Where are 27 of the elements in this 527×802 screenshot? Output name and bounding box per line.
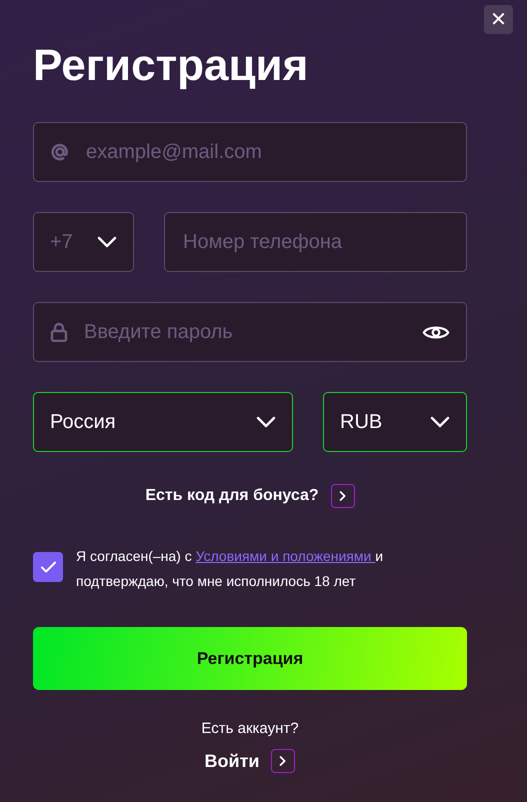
at-sign-icon: [50, 142, 70, 162]
chevron-right-icon: [279, 755, 288, 767]
account-prompt: Есть аккаунт?: [200, 720, 300, 737]
register-button[interactable]: Регистрация: [33, 627, 467, 690]
chevron-down-icon: [430, 416, 450, 428]
email-input[interactable]: example@mail.com: [84, 140, 450, 164]
login-link[interactable]: Войти: [204, 750, 260, 772]
bonus-code-link[interactable]: Есть код для бонуса?: [145, 487, 319, 505]
country-select[interactable]: Россия: [33, 392, 293, 452]
agreement-checkbox[interactable]: [33, 552, 63, 582]
phone-input[interactable]: Номер телефона: [181, 230, 450, 254]
lock-icon: [50, 322, 68, 342]
password-field[interactable]: Введите пароль: [33, 302, 467, 362]
chevron-down-icon: [256, 416, 276, 428]
agreement-text: Я согласен(–на) с Условиями и положениями и подтверждаю, что мне исполнилось 18 лет: [76, 547, 384, 591]
checkmark-icon: [40, 560, 56, 574]
chevron-right-icon: [338, 490, 347, 502]
currency-select[interactable]: RUB: [323, 392, 467, 452]
phone-field[interactable]: Номер телефона: [164, 212, 467, 272]
chevron-right-button[interactable]: [330, 484, 355, 508]
page-title: Регистрация: [33, 40, 310, 92]
password-input[interactable]: Введите пароль: [82, 320, 414, 344]
chevron-down-icon: [97, 236, 117, 248]
email-field[interactable]: example@mail.com: [33, 122, 467, 182]
chevron-right-button[interactable]: [271, 749, 296, 773]
close-button[interactable]: ✕: [484, 5, 513, 34]
terms-link[interactable]: Условиями и положениями: [196, 548, 376, 564]
